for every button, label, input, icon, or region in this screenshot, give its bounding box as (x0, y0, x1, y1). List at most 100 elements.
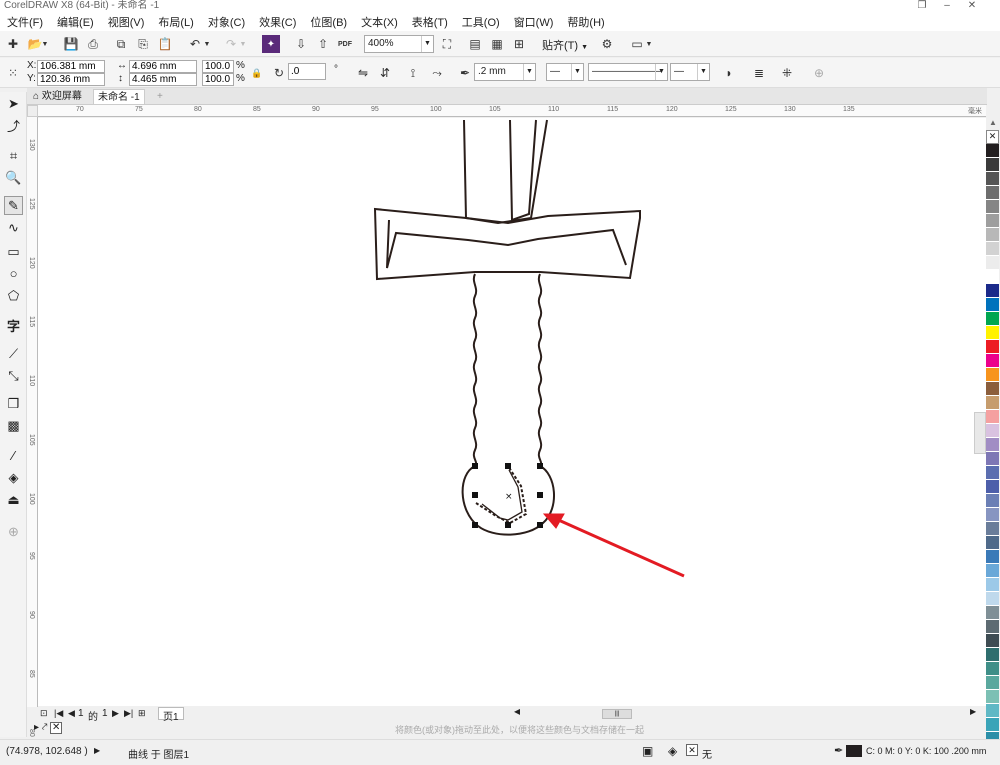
add-tool-icon[interactable]: ⊕ (4, 522, 23, 541)
color-swatch[interactable] (986, 228, 999, 242)
lock-ratio-icon[interactable]: 🔒 (248, 64, 266, 82)
tab-welcome[interactable]: ⌂ 欢迎屏幕 (29, 89, 86, 104)
color-swatch[interactable] (986, 690, 999, 704)
color-swatch[interactable] (986, 592, 999, 606)
color-swatch[interactable] (986, 676, 999, 690)
close-curve-icon[interactable]: ◗ (720, 64, 738, 82)
print-icon[interactable]: ⎙ (84, 35, 102, 53)
handle-bottom[interactable] (505, 522, 511, 528)
color-swatch[interactable] (986, 480, 999, 494)
close-icon[interactable]: ✕ (960, 0, 984, 13)
add-icon[interactable]: ⊕ (810, 64, 828, 82)
vertical-ruler[interactable]: 130 125 120 115 110 105 100 95 90 85 80 (27, 117, 38, 737)
copy-icon[interactable]: ⎘ (134, 35, 152, 53)
color-swatch[interactable] (986, 424, 999, 438)
color-swatch[interactable] (986, 396, 999, 410)
open-dropdown-icon[interactable]: ▼ (40, 35, 50, 53)
color-swatch[interactable] (986, 620, 999, 634)
color-swatch[interactable] (986, 564, 999, 578)
scroll-right-icon[interactable]: ▶ (970, 707, 976, 716)
status-expand-icon[interactable]: ▶ (94, 746, 100, 755)
scale-height-field[interactable]: 100.0 (202, 73, 234, 86)
extract-subpath-icon[interactable]: ⁜ (778, 64, 796, 82)
color-swatch[interactable] (986, 634, 999, 648)
color-swatch[interactable] (986, 606, 999, 620)
scale-width-field[interactable]: 100.0 (202, 60, 234, 73)
full-screen-icon[interactable]: ⛶ (438, 35, 456, 53)
color-swatch[interactable] (986, 312, 999, 326)
handle-right[interactable] (537, 492, 543, 498)
color-palette[interactable]: ✕ (986, 130, 1000, 746)
palette-scroll-up-icon[interactable]: ▲ (987, 118, 999, 128)
options-gear-icon[interactable]: ⚙ (598, 35, 616, 53)
no-color-icon[interactable]: ✕ (50, 722, 63, 734)
smart-fill-icon[interactable]: ⏏ (4, 490, 23, 509)
tab-document[interactable]: 未命名 -1 (93, 89, 145, 104)
color-swatch[interactable] (986, 704, 999, 718)
show-rulers-icon[interactable]: ▤ (466, 35, 484, 53)
menu-help[interactable]: 帮助(H) (560, 14, 611, 30)
handle-top[interactable] (505, 463, 511, 469)
color-swatch[interactable] (986, 382, 999, 396)
publish-pdf-icon[interactable]: PDF (336, 35, 354, 53)
color-swatch[interactable] (986, 550, 999, 564)
start-arrowhead-select[interactable]: — ▼ (546, 63, 584, 81)
wrap-text-icon[interactable]: ≣ (750, 64, 768, 82)
color-swatch[interactable] (986, 718, 999, 732)
node-edit-icon[interactable]: ⟟ (404, 64, 422, 82)
freehand-tool-icon[interactable]: ✎ (4, 196, 23, 215)
crop-tool-icon[interactable]: ⌗ (4, 146, 23, 165)
color-swatch[interactable] (986, 214, 999, 228)
undo-dropdown-icon[interactable]: ▼ (202, 35, 212, 53)
restore-icon[interactable]: ❐ (910, 0, 934, 13)
handle-bottom-left[interactable] (472, 522, 478, 528)
color-swatch[interactable] (986, 466, 999, 480)
menu-file[interactable]: 文件(F) (0, 14, 50, 30)
color-swatch[interactable] (986, 662, 999, 676)
menu-text[interactable]: 文本(X) (354, 14, 405, 30)
color-swatch[interactable] (986, 410, 999, 424)
handle-left[interactable] (472, 492, 478, 498)
menu-tools[interactable]: 工具(O) (455, 14, 507, 30)
parallel-dimension-icon[interactable]: ⟋ (4, 344, 23, 363)
color-swatch[interactable] (986, 256, 999, 270)
pick-tool-icon[interactable]: ➤ (4, 94, 23, 113)
curve-edit-icon[interactable]: ⤳ (428, 64, 446, 82)
menu-edit[interactable]: 编辑(E) (50, 14, 101, 30)
menu-table[interactable]: 表格(T) (405, 14, 455, 30)
page-tab[interactable]: 页1 (158, 707, 184, 723)
zoom-tool-icon[interactable]: 🔍 (4, 168, 23, 187)
color-swatch[interactable] (986, 200, 999, 214)
rectangle-tool-icon[interactable]: ▭ (4, 242, 23, 261)
polygon-tool-icon[interactable]: ⬠ (4, 286, 23, 305)
horizontal-ruler[interactable]: 毫米 70 75 80 85 90 95 100 105 110 115 120 125 130 135 (38, 105, 986, 117)
width-field[interactable]: 4.696 mm (129, 60, 197, 73)
scrollbar-thumb[interactable]: ||| (602, 709, 632, 719)
menu-bitmaps[interactable]: 位图(B) (303, 14, 354, 30)
x-position-field[interactable]: 106.381 mm (37, 60, 105, 73)
new-tab-plus-icon[interactable]: + (153, 89, 167, 104)
save-icon[interactable]: 💾 (62, 35, 80, 53)
color-swatch[interactable] (986, 368, 999, 382)
snap-to-dropdown[interactable]: 贴齐(T) ▼ (542, 37, 588, 53)
color-swatch[interactable] (986, 326, 999, 340)
color-swatch[interactable] (986, 242, 999, 256)
nav-next-icon[interactable]: ▶ (112, 708, 119, 719)
outline-pen-icon[interactable]: ✒ (456, 64, 474, 82)
artistic-media-icon[interactable]: ∿ (4, 218, 23, 237)
color-swatch[interactable] (986, 354, 999, 368)
color-swatch[interactable] (986, 270, 999, 284)
new-document-icon[interactable]: ✚ (4, 35, 22, 53)
paste-icon[interactable]: 📋 (156, 35, 174, 53)
color-swatch[interactable] (986, 522, 999, 536)
search-content-icon[interactable]: ✦ (262, 35, 280, 53)
mirror-horizontal-icon[interactable]: ⇋ (354, 64, 372, 82)
add-page-icon[interactable]: ⊞ (138, 708, 146, 719)
text-tool-icon[interactable]: 字 (4, 316, 23, 335)
docker-handle[interactable] (974, 412, 986, 454)
line-style-select[interactable]: ——————— ▼ (588, 63, 668, 81)
first-page-icon[interactable]: ⊡ (40, 708, 48, 719)
outline-width-select[interactable]: .2 mm ▼ (474, 63, 536, 81)
color-swatch[interactable] (986, 284, 999, 298)
menu-view[interactable]: 视图(V) (101, 14, 152, 30)
